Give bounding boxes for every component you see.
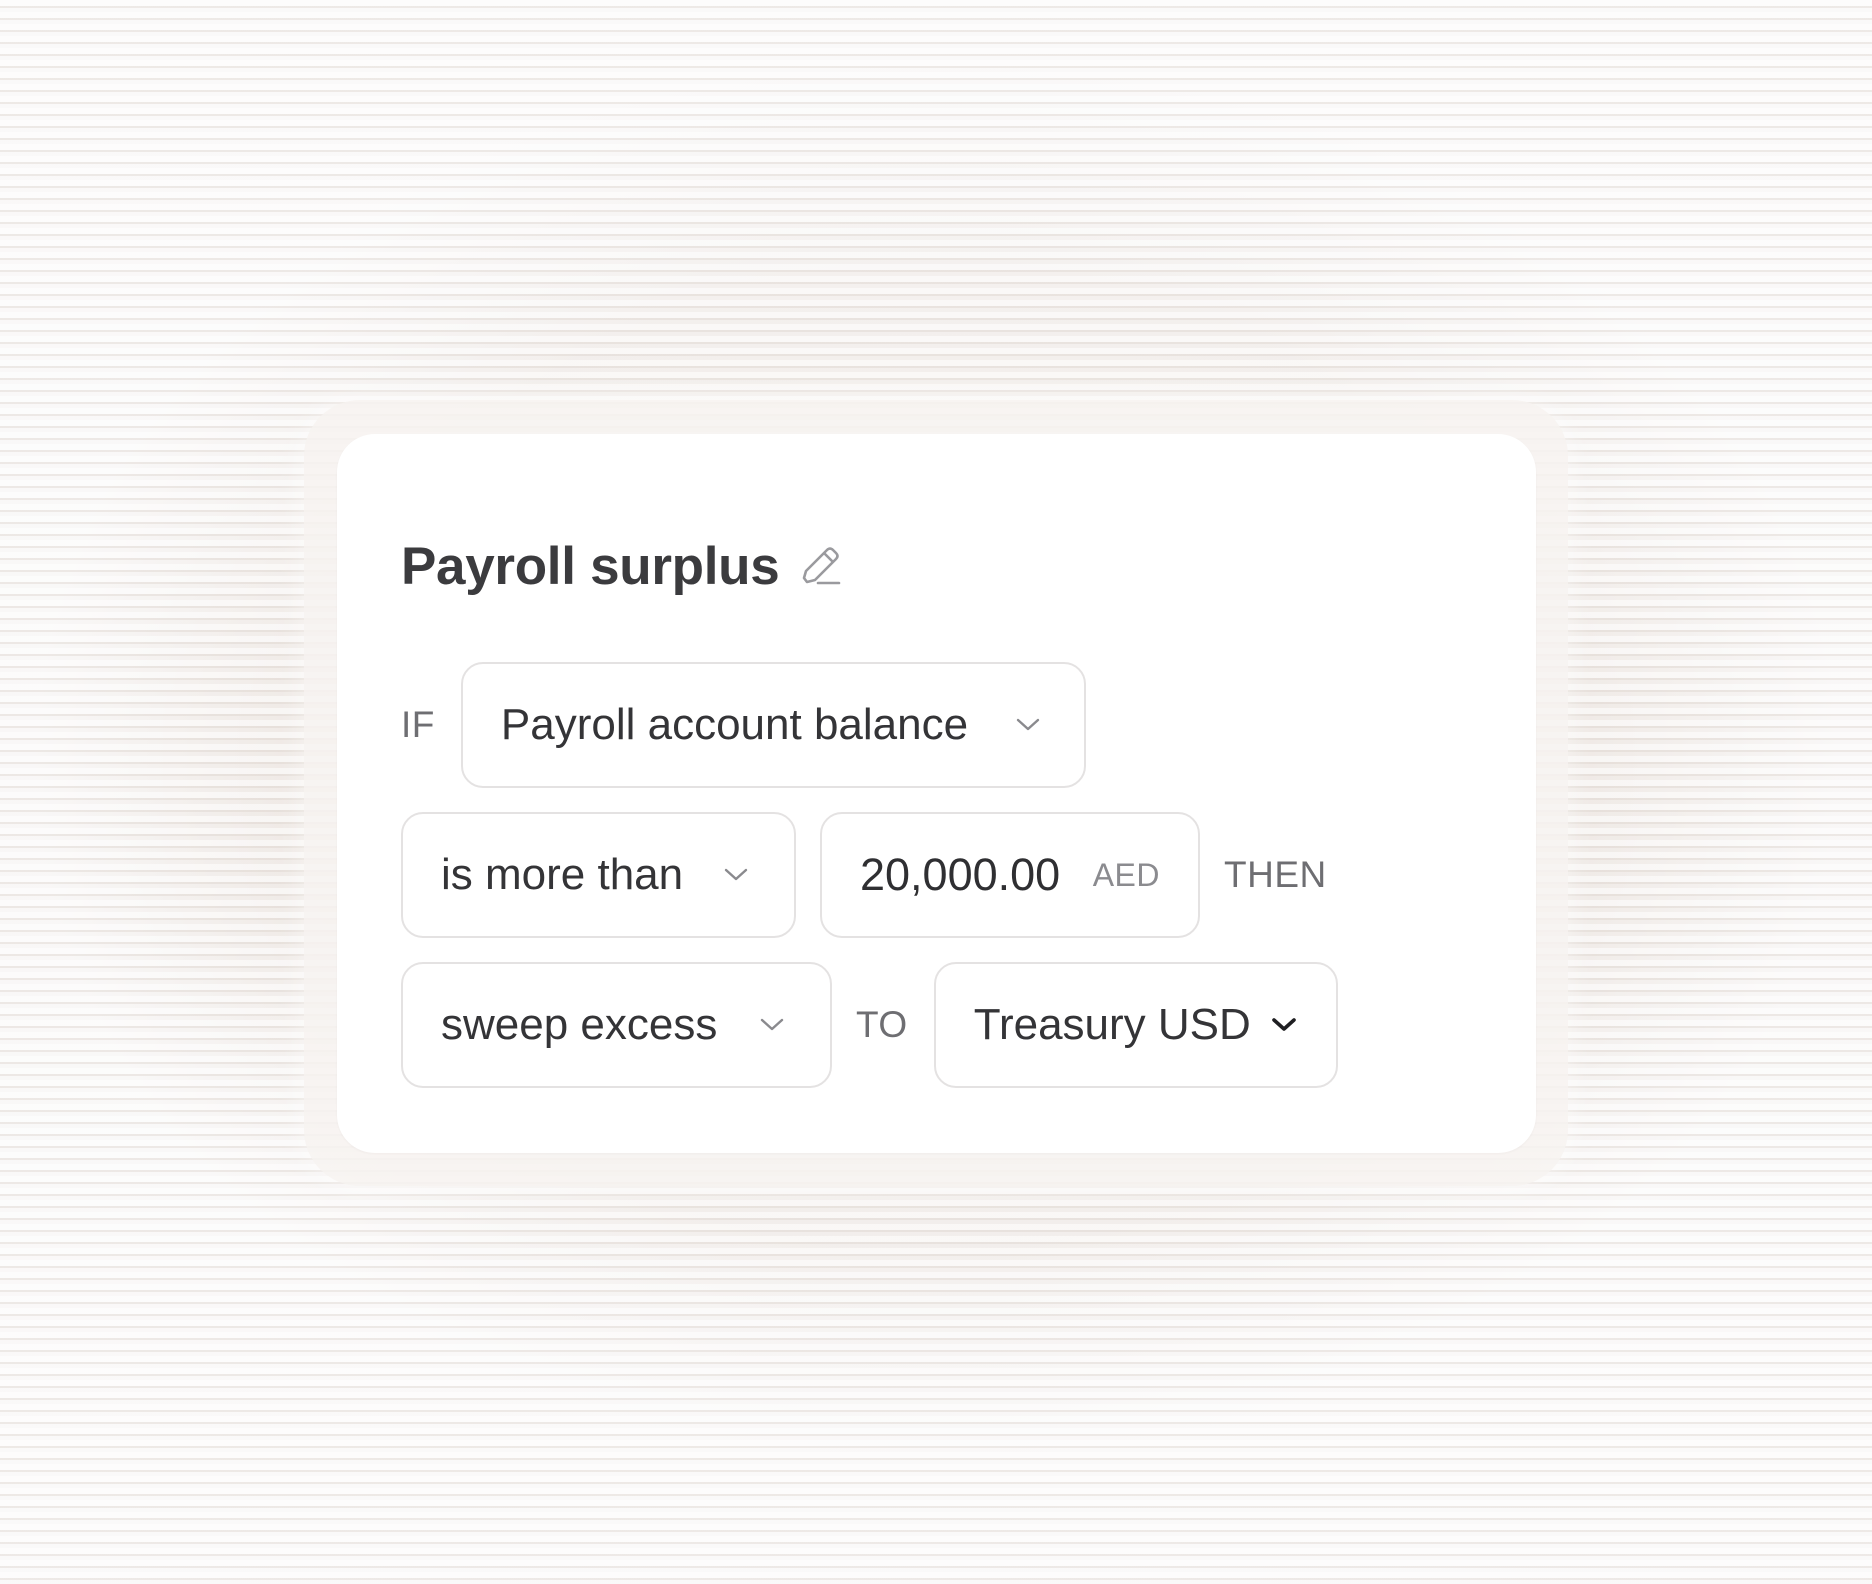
- destination-value: Treasury USD: [973, 1000, 1251, 1049]
- comparator-select[interactable]: is more than: [401, 812, 796, 938]
- chevron-down-icon: [756, 1009, 788, 1041]
- metric-select[interactable]: Payroll account balance: [460, 662, 1086, 788]
- action-row: sweep excess TO Treasury USD: [401, 962, 1338, 1088]
- chevron-down-icon: [1268, 1009, 1300, 1041]
- condition-row-2: is more than 20,000.00 AED THEN: [401, 812, 1327, 938]
- rule-card: Payroll surplus IF Payroll account balan…: [337, 434, 1536, 1153]
- chevron-down-icon: [1012, 709, 1044, 741]
- chevron-down-icon: [720, 859, 752, 891]
- operation-select[interactable]: sweep excess: [401, 962, 832, 1088]
- comparator-value: is more than: [441, 850, 684, 899]
- amount-input[interactable]: 20,000.00 AED: [820, 812, 1200, 938]
- pencil-icon: [803, 547, 841, 585]
- condition-row-1: IF Payroll account balance: [401, 662, 1086, 788]
- edit-title-button[interactable]: [797, 543, 843, 589]
- to-label: TO: [856, 1004, 908, 1045]
- currency-label: AED: [1092, 856, 1160, 893]
- operation-value: sweep excess: [441, 1000, 718, 1049]
- metric-value: Payroll account balance: [500, 700, 969, 749]
- destination-select[interactable]: Treasury USD: [933, 962, 1338, 1088]
- amount-value: 20,000.00: [860, 849, 1061, 900]
- then-label: THEN: [1224, 854, 1327, 895]
- rule-title: Payroll surplus: [401, 536, 780, 596]
- if-label: IF: [401, 704, 435, 745]
- title-row: Payroll surplus: [401, 526, 843, 606]
